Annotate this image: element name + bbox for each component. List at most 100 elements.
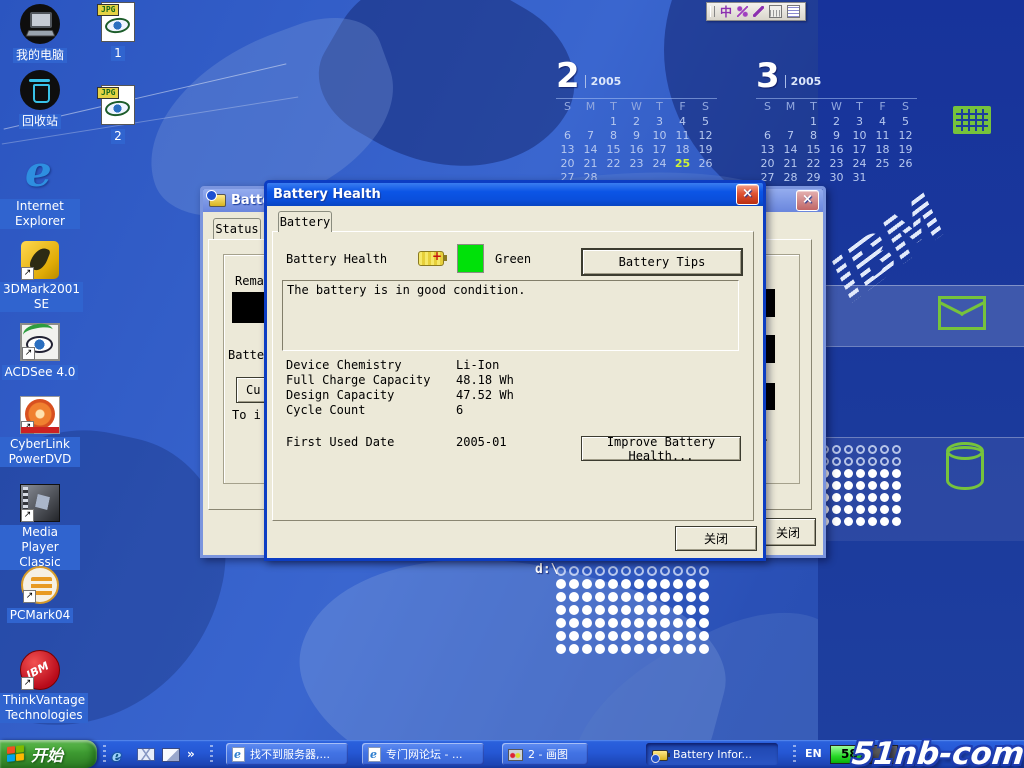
dot: [595, 631, 605, 641]
calendar-day: 17: [648, 143, 671, 157]
health-status-text: Green: [495, 252, 531, 266]
desktop-icon-my-computer[interactable]: 我的电脑: [0, 4, 80, 63]
dot: [832, 481, 841, 490]
keypad-grid-icon: [953, 106, 991, 134]
language-indicator[interactable]: EN: [805, 747, 822, 760]
task-button[interactable]: Battery Infor...: [646, 743, 778, 765]
windows-logo-icon: [7, 745, 25, 763]
quicklaunch-ie-icon[interactable]: [112, 746, 128, 762]
improve-battery-health-button[interactable]: Improve Battery Health...: [581, 436, 741, 461]
shortcut-arrow-icon: ↗: [22, 347, 35, 360]
dot: [569, 618, 579, 628]
dot: [647, 618, 657, 628]
dot: [832, 505, 841, 514]
desktop-icon-internet-explorer[interactable]: Internet Explorer: [0, 156, 80, 229]
battery-tips-button[interactable]: Battery Tips: [581, 248, 743, 276]
calendar-day: 7: [779, 129, 802, 143]
close-button[interactable]: 关闭: [760, 518, 816, 546]
close-icon[interactable]: ×: [736, 184, 759, 205]
ime-menu-icon[interactable]: [787, 5, 800, 18]
task-button[interactable]: 专门网论坛 - ...: [362, 743, 484, 765]
ime-language-bar[interactable]: 中: [706, 2, 806, 21]
calendar-day: 5: [894, 115, 917, 129]
calendar-day-header: T: [602, 98, 625, 115]
dot: [856, 517, 865, 526]
battery-tab-page: Battery Health Green Battery Tips The ba…: [272, 231, 754, 521]
calendar-day: 24: [648, 157, 671, 171]
dot: [660, 618, 670, 628]
calendar-day: 29: [802, 171, 825, 185]
internet-explorer-icon: [20, 156, 60, 196]
dot: [856, 493, 865, 502]
taskbar-separator: [793, 745, 796, 763]
close-button[interactable]: 关闭: [675, 526, 757, 551]
desktop-icon-label: Internet Explorer: [0, 199, 80, 229]
calendar-day: 19: [894, 143, 917, 157]
desktop-icon-label: 我的电脑: [13, 48, 67, 63]
quicklaunch-more-icon[interactable]: »: [187, 746, 203, 762]
dot: [880, 493, 889, 502]
ime-chinese-indicator[interactable]: 中: [720, 6, 732, 18]
dot: [844, 493, 853, 502]
dot: [686, 592, 696, 602]
task-button[interactable]: 2 - 画图: [502, 743, 588, 765]
first-used-row: First Used Date 2005-01: [286, 435, 507, 449]
tab-status[interactable]: Status: [213, 218, 261, 239]
desktop-icon-powerdvd[interactable]: ↗CyberLink PowerDVD: [0, 396, 80, 467]
battery-icon: [418, 251, 444, 266]
dot: [582, 631, 592, 641]
calendar-day-header: M: [579, 98, 602, 115]
desktop-file-jpg-2[interactable]: 2: [92, 85, 144, 144]
desktop-icon-recycle-bin[interactable]: 回收站: [0, 70, 80, 129]
calendar-day-header: S: [894, 98, 917, 115]
quicklaunch-desk-icon[interactable]: [162, 748, 180, 762]
desktop-icon-mpc[interactable]: ↗Media Player Classic: [0, 484, 80, 570]
calendar-day: 15: [602, 143, 625, 157]
jpg-file-icon: [101, 85, 135, 125]
ime-pen-icon[interactable]: [753, 6, 764, 17]
taskbar-separator: [210, 745, 213, 763]
desktop-icon-label: 回收站: [19, 114, 61, 129]
ime-grip[interactable]: [710, 6, 715, 17]
dot: [556, 566, 566, 576]
desktop-icon-thinkvantage[interactable]: ↗ThinkVantage Technologies: [0, 650, 80, 723]
dot: [660, 631, 670, 641]
quicklaunch-mail-icon[interactable]: [137, 748, 155, 761]
dot-grid: [820, 445, 904, 529]
task-button[interactable]: 找不到服务器,...: [226, 743, 348, 765]
battery-health-dialog[interactable]: Battery Health × Battery Battery Health …: [264, 180, 766, 561]
dot: [832, 469, 841, 478]
dot: [582, 592, 592, 602]
dot: [595, 618, 605, 628]
calendar-day: 1: [802, 115, 825, 129]
desktop-file-jpg-1[interactable]: 1: [92, 2, 144, 61]
calendar-day: 1: [602, 115, 625, 129]
start-button[interactable]: 开始: [0, 740, 97, 768]
dot: [673, 566, 683, 576]
calendar-divider: [785, 75, 786, 88]
dot: [844, 505, 853, 514]
desktop-icon-pcmark04[interactable]: ↗PCMark04: [0, 566, 80, 623]
calendar-day: 16: [625, 143, 648, 157]
calendar-day: 20: [556, 157, 579, 171]
calendar-march: 3 2005 SMTWTFS12345678910111213141516171…: [756, 56, 920, 185]
first-used-value: 2005-01: [456, 435, 507, 449]
dot: [856, 469, 865, 478]
tab-battery[interactable]: Battery: [278, 211, 332, 232]
calendar-day: [556, 115, 579, 129]
dot: [699, 605, 709, 615]
dot: [660, 579, 670, 589]
calendar-day: 7: [579, 129, 602, 143]
close-icon[interactable]: ×: [796, 190, 819, 211]
desktop-icon-3dmark2001[interactable]: ↗3DMark2001 SE: [0, 241, 80, 312]
battery-health-titlebar[interactable]: Battery Health ×: [267, 183, 763, 206]
dot: [673, 618, 683, 628]
calendar-day: 21: [579, 157, 602, 171]
ime-mode-icon[interactable]: [737, 6, 748, 17]
desktop-icon-acdsee[interactable]: ↗ACDSee 4.0: [0, 320, 80, 380]
dot: [647, 605, 657, 615]
ime-keyboard-icon[interactable]: [769, 5, 782, 18]
calendar-day: 16: [825, 143, 848, 157]
condition-text-box: The battery is in good condition.: [282, 280, 739, 351]
calendar-day: [871, 171, 894, 185]
